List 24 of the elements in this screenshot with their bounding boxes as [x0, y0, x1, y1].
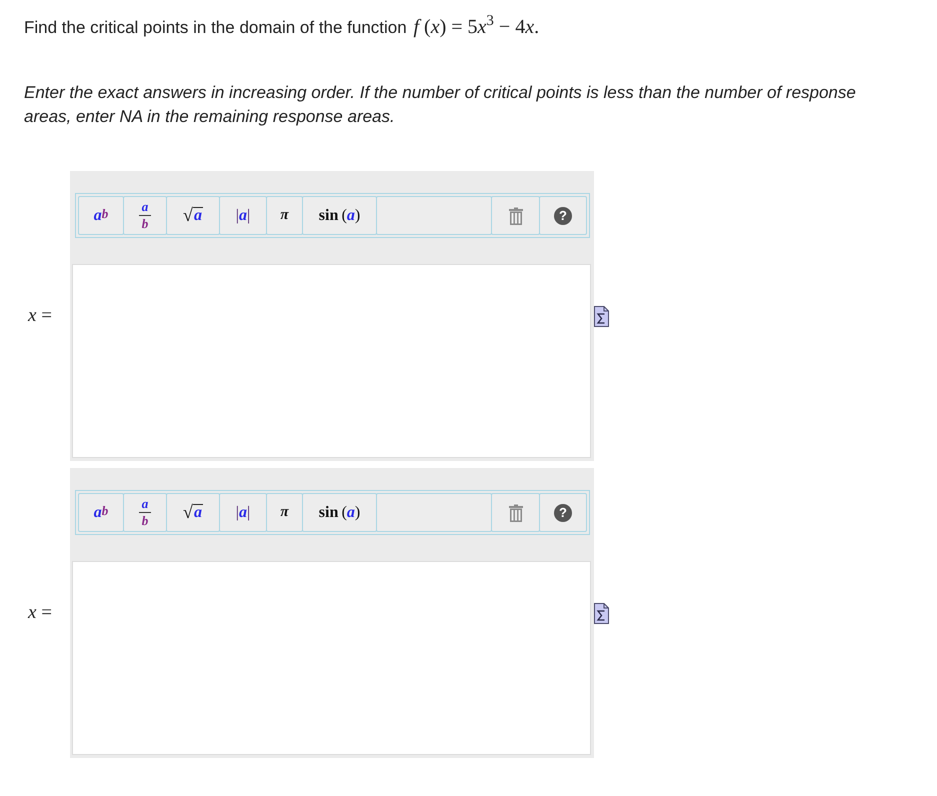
trash-icon	[508, 206, 522, 224]
exponent-button[interactable]: a$^{b}$	[78, 196, 124, 235]
square-root-button[interactable]: √a	[166, 493, 220, 532]
delete-button[interactable]	[491, 196, 540, 235]
absolute-value-button[interactable]: |a|	[219, 196, 267, 235]
absolute-value-button[interactable]: |a|	[219, 493, 267, 532]
sine-button[interactable]: sin (a)	[302, 493, 377, 532]
trash-icon	[508, 504, 522, 522]
answer-label: x =	[28, 305, 52, 326]
exponent-button[interactable]: a$^{b}$	[78, 493, 124, 532]
help-button[interactable]: ?	[539, 196, 587, 235]
question-text: Find the critical points in the domain of the function f (x) = 5x$^{3}$ − 4x.	[24, 16, 540, 40]
instructions-text: Enter the exact answers in increasing order. If the number of critical points is less than the number of response areas, enter NA in the remaining response areas.	[24, 82, 857, 128]
pi-button[interactable]: π	[266, 493, 303, 532]
square-root-button[interactable]: √a	[166, 196, 220, 235]
delete-button[interactable]	[491, 493, 540, 532]
sigma-document-icon[interactable]	[594, 602, 609, 624]
answer-label: x =	[28, 602, 52, 623]
help-button[interactable]: ?	[539, 493, 587, 532]
pi-button[interactable]: π	[266, 196, 303, 235]
fraction-button[interactable]: a b	[123, 493, 167, 532]
fraction-button[interactable]: a b	[123, 196, 167, 235]
sigma-document-icon[interactable]	[594, 306, 609, 326]
sine-button[interactable]: sin (a)	[302, 196, 377, 235]
